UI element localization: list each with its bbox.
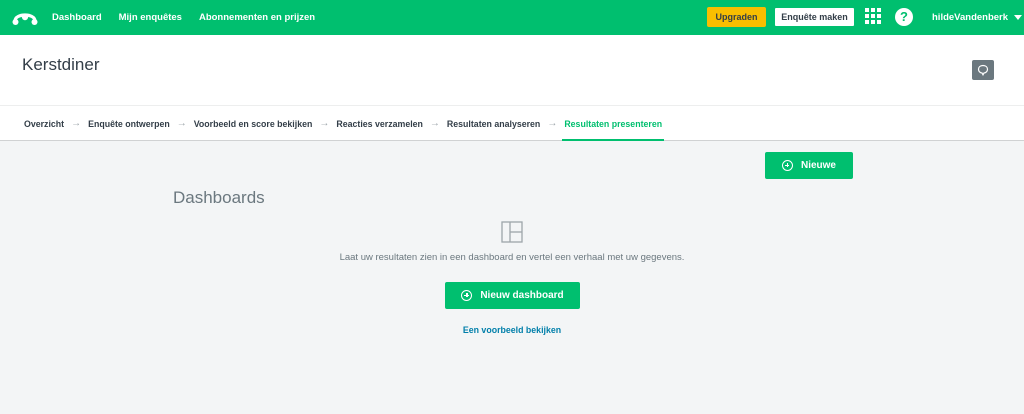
survey-steps-nav: Overzicht → Enquête ontwerpen → Voorbeel… <box>0 105 1024 141</box>
step-preview-score[interactable]: Voorbeeld en score bekijken <box>194 106 313 141</box>
new-button-label: Nieuwe <box>800 160 836 171</box>
nav-link-dashboard[interactable]: Dashboard <box>52 12 102 23</box>
arrow-right-icon: → <box>176 118 187 129</box>
main-nav: Dashboard Mijn enquêtes Abonnementen en … <box>52 0 315 35</box>
comment-icon <box>977 64 989 76</box>
arrow-right-icon: → <box>71 118 82 129</box>
step-collect-responses[interactable]: Reacties verzamelen <box>336 106 423 141</box>
plus-circle-icon <box>781 160 793 171</box>
nav-link-my-surveys[interactable]: Mijn enquêtes <box>119 12 182 23</box>
nav-link-plans-pricing[interactable]: Abonnementen en prijzen <box>199 12 315 23</box>
top-nav: Dashboard Mijn enquêtes Abonnementen en … <box>0 0 1024 35</box>
empty-state-message: Laat uw resultaten zien in een dashboard… <box>339 252 685 263</box>
step-design-survey[interactable]: Enquête ontwerpen <box>88 106 170 141</box>
comment-button[interactable] <box>972 60 994 80</box>
help-icon[interactable]: ? <box>895 8 913 26</box>
step-list: Overzicht → Enquête ontwerpen → Voorbeel… <box>24 106 664 141</box>
arrow-right-icon: → <box>319 118 330 129</box>
chevron-down-icon <box>1014 15 1023 20</box>
new-dashboard-button[interactable]: Nieuw dashboard <box>445 282 580 309</box>
view-example-link[interactable]: Een voorbeeld bekijken <box>412 325 612 335</box>
upgrade-button[interactable]: Upgraden <box>707 7 766 27</box>
step-present-results[interactable]: Resultaten presenteren <box>562 106 664 141</box>
new-dashboard-label: Nieuw dashboard <box>480 290 564 301</box>
user-menu[interactable]: hildeVandenberk <box>932 0 1023 35</box>
step-overview[interactable]: Overzicht <box>24 106 64 141</box>
survey-title: Kerstdiner <box>22 55 100 74</box>
apps-grid-icon[interactable] <box>865 8 883 26</box>
username: hildeVandenberk <box>932 12 1009 23</box>
create-survey-button[interactable]: Enquête maken <box>774 7 855 27</box>
survey-header: Kerstdiner <box>0 35 1024 105</box>
dashboard-layout-icon <box>501 221 523 243</box>
plus-circle-icon <box>461 290 473 301</box>
dashboards-heading: Dashboards <box>173 188 265 207</box>
surveymonkey-logo-icon[interactable] <box>12 8 38 28</box>
arrow-right-icon: → <box>547 118 558 129</box>
step-analyze-results[interactable]: Resultaten analyseren <box>447 106 540 141</box>
arrow-right-icon: → <box>429 118 440 129</box>
new-button[interactable]: Nieuwe <box>765 152 853 179</box>
